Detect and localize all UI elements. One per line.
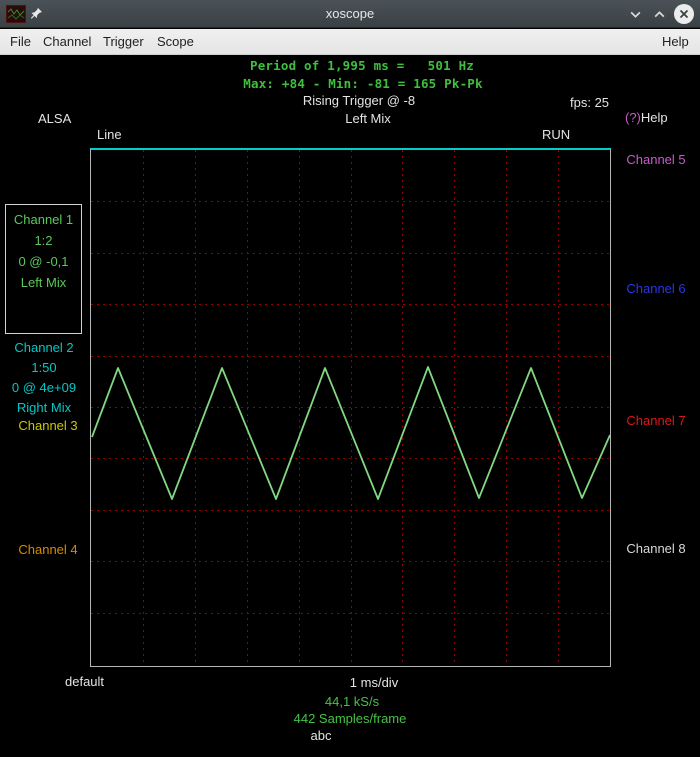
preset-label: default [65, 674, 104, 689]
trigger-source-label[interactable]: Line [97, 127, 122, 142]
period-readout: Period of 1,995 ms = 501 Hz [250, 58, 474, 73]
menu-help[interactable]: Help [662, 34, 689, 49]
channel8-label[interactable]: Channel 8 [612, 539, 700, 559]
channel-source: Right Mix [0, 398, 88, 418]
menu-scope[interactable]: Scope [157, 34, 194, 49]
channel-position: 0 @ -0,1 [6, 251, 81, 272]
close-button[interactable] [674, 4, 694, 24]
channel-position: 0 @ 4e+09 [0, 378, 88, 398]
channel2-block[interactable]: Channel 21:500 @ 4e+09Right Mix [0, 338, 88, 418]
channel-source: Left Mix [6, 272, 81, 293]
trigger-readout: Rising Trigger @ -8 [303, 93, 415, 108]
channel3-label[interactable]: Channel 3 [0, 416, 96, 436]
waveform-plot [91, 150, 610, 664]
samples-frame-label: 442 Samples/frame [294, 711, 407, 726]
sample-rate-label: 44,1 kS/s [325, 694, 379, 709]
help-prefix: (?) [625, 110, 641, 125]
run-stop-label[interactable]: RUN [542, 127, 570, 142]
scope-content: Period of 1,995 ms = 501 Hz Max: +84 - M… [0, 55, 700, 757]
menu-file[interactable]: File [10, 34, 31, 49]
channel4-label[interactable]: Channel 4 [0, 540, 96, 560]
channel1-box[interactable]: Channel 11:20 @ -0,1Left Mix [5, 204, 82, 334]
buffer-label: abc [311, 728, 332, 743]
channel6-label[interactable]: Channel 6 [612, 279, 700, 299]
titlebar: xoscope [0, 0, 700, 28]
menubar: File Channel Trigger Scope Help [0, 29, 700, 55]
xoscope-window: xoscope File Channel Trigger Scope Help [0, 0, 700, 757]
channel-name: Channel 1 [6, 209, 81, 230]
channel-scale: 1:2 [6, 230, 81, 251]
channel5-label[interactable]: Channel 5 [612, 150, 700, 170]
channel7-label[interactable]: Channel 7 [612, 411, 700, 431]
window-title: xoscope [0, 6, 700, 21]
device-label[interactable]: ALSA [38, 111, 71, 126]
menu-trigger[interactable]: Trigger [103, 34, 144, 49]
minmax-readout: Max: +84 - Min: -81 = 165 Pk-Pk [243, 76, 483, 91]
help-label: Help [641, 110, 668, 125]
graph-area [90, 148, 611, 667]
menu-channel[interactable]: Channel [43, 34, 91, 49]
timebase-label[interactable]: 1 ms/div [350, 675, 398, 690]
channel-scale: 1:50 [0, 358, 88, 378]
help-button[interactable]: (?)Help [625, 110, 668, 125]
window-controls [626, 0, 694, 28]
maximize-button[interactable] [650, 5, 668, 23]
source-label: Left Mix [345, 111, 391, 126]
channel-name: Channel 2 [0, 338, 88, 358]
fps-readout: fps: 25 [570, 95, 609, 110]
minimize-button[interactable] [626, 5, 644, 23]
